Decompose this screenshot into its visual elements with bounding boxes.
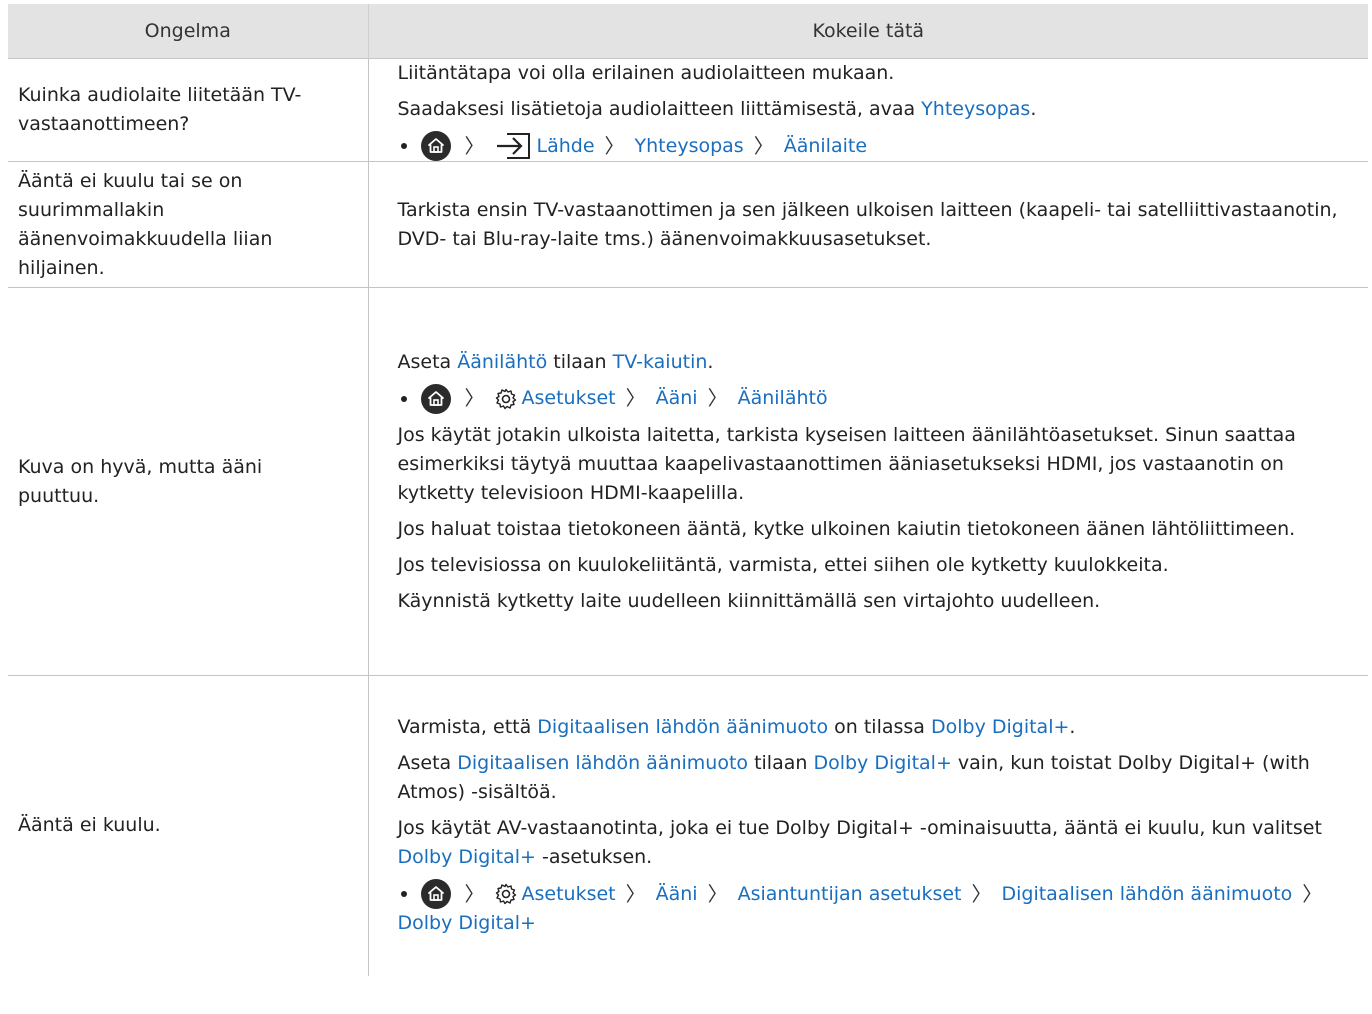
- problem-cell: Kuinka audiolaite liitetään TV-vastaanot…: [8, 58, 369, 162]
- chevron-right-icon: 〉: [625, 386, 646, 410]
- chevron-right-icon: 〉: [707, 881, 728, 906]
- menu-path: 〉 Lähde 〉 Yhteysopas 〉 Äänilaite: [398, 131, 1359, 161]
- path-source[interactable]: Lähde: [537, 132, 595, 161]
- chevron-right-icon: 〉: [604, 133, 625, 158]
- table-row: Kuva on hyvä, mutta ääni puuttuu. Aseta …: [8, 287, 1368, 676]
- path-sound[interactable]: Ääni: [656, 880, 698, 909]
- table-row: Ääntä ei kuulu. Varmista, että Digitaali…: [8, 675, 1368, 976]
- table-header-row: Ongelma Kokeile tätä: [8, 4, 1368, 59]
- problem-cell: Ääntä ei kuulu tai se on suurimmallakin …: [8, 161, 369, 288]
- link-sound-output[interactable]: Äänilähtö: [457, 351, 547, 373]
- solution-text: Varmista, että Digitaalisen lähdön äänim…: [397, 716, 1076, 739]
- link-dolby-digital-plus[interactable]: Dolby Digital+: [813, 752, 951, 774]
- home-icon: [420, 131, 451, 161]
- path-sound[interactable]: Ääni: [656, 384, 698, 413]
- path-audio-device[interactable]: Äänilaite: [784, 132, 867, 161]
- solution-text: Aseta Äänilähtö tilaan TV-kaiutin.: [397, 350, 714, 373]
- path-connection-guide[interactable]: Yhteysopas: [635, 132, 744, 161]
- chevron-right-icon: 〉: [464, 881, 485, 906]
- path-settings[interactable]: Asetukset: [522, 384, 616, 413]
- chevron-right-icon: 〉: [625, 881, 646, 906]
- bullet: [400, 395, 407, 402]
- troubleshooting-table: Ongelma Kokeile tätä Kuinka audiolaite l…: [8, 4, 1368, 976]
- solution-cell: Liitäntätapa voi olla erilainen audiolai…: [368, 58, 1368, 162]
- chevron-right-icon: 〉: [464, 386, 485, 410]
- chevron-right-icon: 〉: [464, 133, 485, 158]
- path-expert-settings[interactable]: Asiantuntijan asetukset: [738, 880, 962, 909]
- problem-cell: Kuva on hyvä, mutta ääni puuttuu.: [8, 287, 369, 676]
- menu-path: 〉 Asetukset 〉 Ääni 〉 Asiantuntijan asetu…: [398, 879, 1359, 938]
- bullet: [400, 891, 407, 898]
- source-icon: [495, 132, 531, 160]
- chevron-right-icon: 〉: [707, 386, 728, 410]
- path-sound-output[interactable]: Äänilähtö: [738, 384, 828, 413]
- link-dolby-digital-plus[interactable]: Dolby Digital+: [398, 846, 536, 868]
- path-dolby-digital-plus[interactable]: Dolby Digital+: [398, 909, 536, 938]
- solution-cell: Aseta Äänilähtö tilaan TV-kaiutin. 〉 Ase…: [368, 287, 1368, 676]
- link-digital-output-format[interactable]: Digitaalisen lähdön äänimuoto: [537, 716, 828, 738]
- solution-cell: Varmista, että Digitaalisen lähdön äänim…: [368, 675, 1368, 976]
- chevron-right-icon: 〉: [753, 133, 774, 158]
- header-problem: Ongelma: [8, 4, 369, 59]
- bullet: [400, 143, 407, 149]
- solution-text: Jos käytät jotakin ulkoista laitetta, ta…: [397, 423, 1296, 504]
- solution-text: Käynnistä kytketty laite uudelleen kiinn…: [397, 589, 1101, 612]
- solution-text: Saadaksesi lisätietoja audiolaitteen lii…: [397, 98, 1037, 120]
- menu-path: 〉 Asetukset 〉 Ääni 〉 Äänilähtö: [398, 383, 1359, 414]
- solution-text: Jos haluat toistaa tietokoneen ääntä, ky…: [397, 517, 1296, 540]
- solution-cell: Tarkista ensin TV-vastaanottimen ja sen …: [368, 161, 1368, 288]
- link-digital-output-format[interactable]: Digitaalisen lähdön äänimuoto: [457, 752, 748, 774]
- path-digital-output-format[interactable]: Digitaalisen lähdön äänimuoto: [1001, 880, 1292, 909]
- gear-icon: [495, 883, 517, 905]
- link-tv-speaker[interactable]: TV-kaiutin: [613, 351, 708, 373]
- solution-text: Tarkista ensin TV-vastaanottimen ja sen …: [397, 198, 1338, 250]
- path-settings[interactable]: Asetukset: [522, 880, 616, 909]
- chevron-right-icon: 〉: [971, 881, 992, 906]
- header-solution: Kokeile tätä: [368, 4, 1368, 59]
- gear-icon: [495, 388, 517, 410]
- problem-cell: Ääntä ei kuulu.: [8, 675, 369, 976]
- solution-text: Jos televisiossa on kuulokeliitäntä, var…: [397, 553, 1169, 576]
- solution-text: Jos käytät AV-vastaanotinta, joka ei tue…: [397, 817, 1322, 869]
- solution-text: Aseta Digitaalisen lähdön äänimuoto tila…: [397, 752, 1310, 804]
- table-row: Kuinka audiolaite liitetään TV-vastaanot…: [8, 58, 1368, 162]
- link-yhteysopas[interactable]: Yhteysopas: [921, 98, 1030, 120]
- solution-text: Liitäntätapa voi olla erilainen audiolai…: [397, 62, 895, 84]
- link-dolby-digital-plus[interactable]: Dolby Digital+: [931, 716, 1069, 738]
- chevron-right-icon: 〉: [1302, 881, 1323, 906]
- home-icon: [420, 879, 451, 910]
- home-icon: [420, 383, 451, 414]
- table-row: Ääntä ei kuulu tai se on suurimmallakin …: [8, 161, 1368, 288]
